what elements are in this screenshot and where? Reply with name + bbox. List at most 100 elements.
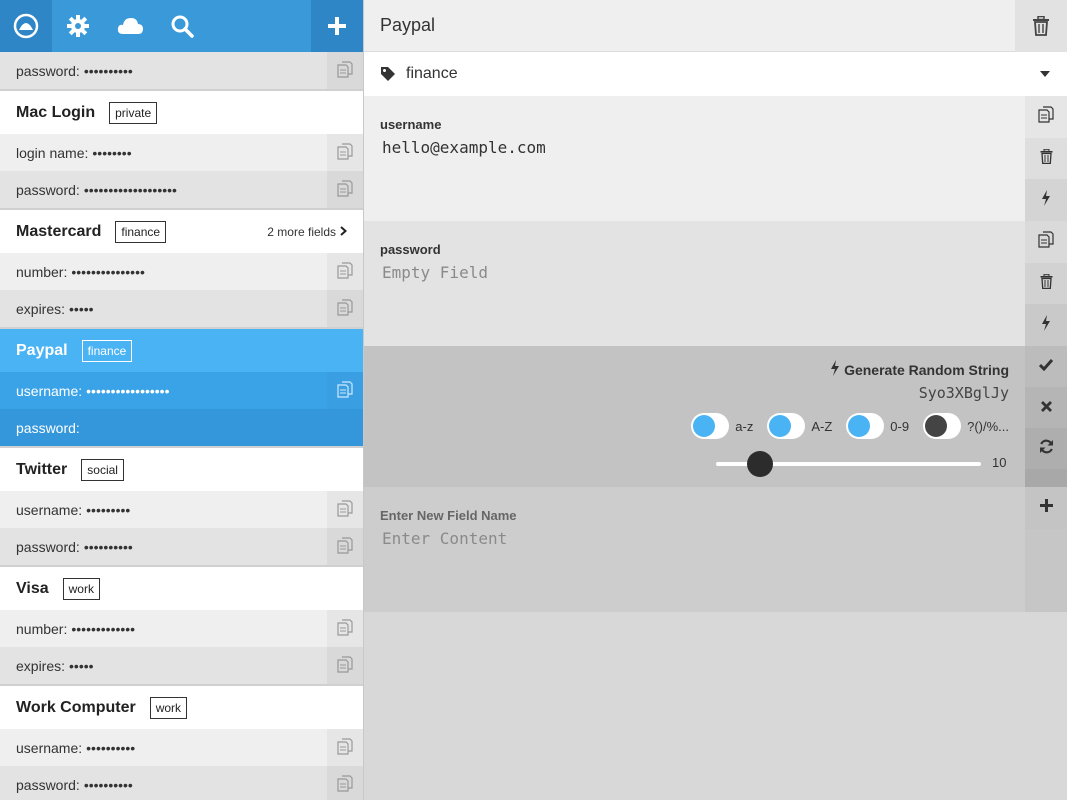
field-row[interactable]: number: ••••••••••••• xyxy=(0,610,363,647)
copy-button[interactable] xyxy=(327,290,363,327)
generator-title-label: Generate Random String xyxy=(844,361,1009,378)
slider-thumb[interactable] xyxy=(747,451,773,477)
delete-field-button[interactable] xyxy=(1025,137,1067,180)
copy-button[interactable] xyxy=(1025,96,1067,138)
username-value[interactable]: hello@example.com xyxy=(382,138,1067,157)
tag-badge: finance xyxy=(81,339,133,362)
copy-icon xyxy=(337,774,353,795)
field-value: ••••••••••••••••• xyxy=(86,382,170,399)
copy-icon xyxy=(337,655,353,676)
copy-icon xyxy=(337,298,353,319)
settings-button[interactable] xyxy=(52,0,104,52)
top-toolbar xyxy=(0,0,363,52)
field-row[interactable]: password: •••••••••• xyxy=(0,52,363,89)
regenerate-button[interactable] xyxy=(1025,428,1067,469)
field-row[interactable]: username: •••••••••• xyxy=(0,729,363,766)
charset-options: a-z A-Z 0-9 ?()/%... xyxy=(677,413,1009,439)
entry-header[interactable]: Visa work xyxy=(0,567,363,610)
delete-entry-button[interactable] xyxy=(1015,0,1067,52)
entry-title: Twitter xyxy=(16,460,68,478)
entry-item[interactable]: Work Computer work username: •••••••••• pass… xyxy=(0,686,363,800)
entry-item[interactable]: password: •••••••••• xyxy=(0,52,363,89)
copy-button[interactable] xyxy=(327,610,363,647)
copy-button[interactable] xyxy=(1025,221,1067,263)
password-value[interactable]: Empty Field xyxy=(382,263,1067,282)
field-label: username: xyxy=(16,501,83,518)
field-row[interactable]: username: ••••••••• xyxy=(0,491,363,528)
generate-button[interactable] xyxy=(1025,179,1067,222)
entry-item[interactable]: Mastercard finance 2 more fields number: •••… xyxy=(0,210,363,327)
copy-button[interactable] xyxy=(327,253,363,290)
lightning-icon xyxy=(1041,189,1051,211)
copy-button[interactable] xyxy=(327,171,363,208)
field-row[interactable]: password: •••••••••• xyxy=(0,528,363,565)
entry-item[interactable]: Twitter social username: ••••••••• password:… xyxy=(0,448,363,565)
more-fields-link[interactable]: 2 more fields xyxy=(267,225,348,239)
copy-button[interactable] xyxy=(327,647,363,684)
cloud-sync-button[interactable] xyxy=(104,0,156,52)
entry-title: Visa xyxy=(16,579,49,597)
field-row[interactable]: login name: •••••••• xyxy=(0,134,363,171)
entry-header[interactable]: Paypal finance xyxy=(0,329,363,372)
copy-icon xyxy=(337,499,353,520)
toggle-knob xyxy=(925,415,948,437)
profile-button[interactable] xyxy=(0,0,52,52)
field-actions xyxy=(1025,487,1067,612)
generated-string: Syo3XBglJy xyxy=(918,384,1009,402)
field-value: •••••••••• xyxy=(83,62,133,79)
entry-header[interactable]: Mastercard finance 2 more fields xyxy=(0,210,363,253)
add-entry-button[interactable] xyxy=(311,0,363,52)
tag-badge: social xyxy=(81,458,124,481)
field-label: password: xyxy=(16,62,80,79)
field-label[interactable]: username xyxy=(380,117,1067,132)
delete-field-button[interactable] xyxy=(1025,262,1067,305)
field-row[interactable]: number: ••••••••••••••• xyxy=(0,253,363,290)
field-label[interactable]: password xyxy=(380,242,1067,257)
field-label: password: xyxy=(16,419,80,436)
charset-toggle[interactable] xyxy=(691,413,730,439)
entry-header[interactable]: Mac Login private xyxy=(0,91,363,134)
copy-button[interactable] xyxy=(327,528,363,565)
charset-toggle[interactable] xyxy=(923,413,962,439)
entry-header[interactable]: Twitter social xyxy=(0,448,363,491)
copy-icon xyxy=(337,737,353,758)
length-slider[interactable] xyxy=(716,450,981,478)
generate-button[interactable] xyxy=(1025,304,1067,347)
field-row[interactable]: username: ••••••••••••••••• xyxy=(0,372,363,409)
field-value: •••••••••• xyxy=(83,538,133,555)
field-row[interactable]: expires: ••••• xyxy=(0,290,363,327)
copy-button[interactable] xyxy=(327,491,363,528)
field-value: ••••• xyxy=(69,657,94,674)
entry-item[interactable]: Mac Login private login name: •••••••• passw… xyxy=(0,91,363,208)
entry-title: Work Computer xyxy=(16,698,136,716)
copy-button[interactable] xyxy=(327,134,363,171)
add-field-button[interactable] xyxy=(1025,487,1067,529)
field-row[interactable]: password: •••••••••• xyxy=(0,766,363,800)
new-field-name-input[interactable]: Enter New Field Name xyxy=(380,508,1067,523)
generator-actions xyxy=(1025,346,1067,487)
detail-header: Paypal xyxy=(364,0,1067,52)
copy-button[interactable] xyxy=(327,372,363,409)
entry-header[interactable]: Work Computer work xyxy=(0,686,363,729)
entry-item[interactable]: Paypal finance username: ••••••••••••••••• p… xyxy=(0,329,363,446)
new-field-content-input[interactable]: Enter Content xyxy=(382,529,1067,548)
entry-title[interactable]: Paypal xyxy=(380,15,435,36)
field-row[interactable]: expires: ••••• xyxy=(0,647,363,684)
search-button[interactable] xyxy=(156,0,208,52)
copy-icon xyxy=(337,179,353,200)
field-row[interactable]: password: ••••••••••••••••••• xyxy=(0,171,363,208)
copy-button[interactable] xyxy=(327,729,363,766)
copy-button[interactable] xyxy=(327,52,363,89)
accept-button[interactable] xyxy=(1025,346,1067,387)
entry-list: password: •••••••••• Mac Login private login… xyxy=(0,52,363,800)
copy-icon xyxy=(337,536,353,557)
tag-selector[interactable]: finance xyxy=(364,52,1067,96)
field-label: number: xyxy=(16,620,68,637)
entry-item[interactable]: Visa work number: ••••••••••••• expires: ••••… xyxy=(0,567,363,684)
charset-toggle[interactable] xyxy=(767,413,806,439)
field-row[interactable]: password: xyxy=(0,409,363,446)
copy-button[interactable] xyxy=(327,766,363,800)
charset-toggle[interactable] xyxy=(846,413,885,439)
entry-detail-panel: Paypal finance username hello@example.co… xyxy=(364,0,1067,800)
cancel-button[interactable] xyxy=(1025,387,1067,428)
